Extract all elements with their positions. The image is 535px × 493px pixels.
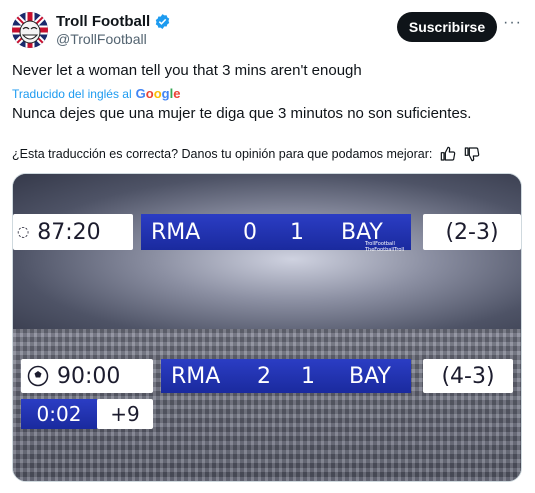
author-name-row[interactable]: Troll Football xyxy=(56,13,171,30)
stoppage-clock: 0:02 xyxy=(21,399,97,429)
home-score-bottom: 2 xyxy=(257,363,271,389)
translated-from-label: Traducido del inglés al xyxy=(12,86,132,101)
display-name[interactable]: Troll Football xyxy=(56,13,150,30)
subscribe-button[interactable]: Suscribirse xyxy=(397,12,497,42)
champions-league-ball-icon xyxy=(27,365,49,387)
aggregate-text-top: (2-3) xyxy=(445,219,499,245)
clock-text-top: 87:20 xyxy=(37,219,101,245)
more-icon[interactable]: ··· xyxy=(503,14,522,32)
match-frame-top: ◌ 87:20 RMA 0 1 BAY TrollFootball TheFoo… xyxy=(13,174,521,329)
tweet-text: Never let a woman tell you that 3 mins a… xyxy=(12,62,362,79)
away-score-top: 1 xyxy=(290,219,304,245)
aggregate-text-bottom: (4-3) xyxy=(441,363,495,389)
aggregate-bottom: (4-3) xyxy=(423,359,513,393)
match-clock-bottom: 90:00 xyxy=(21,359,153,393)
aggregate-top: (2-3) xyxy=(423,214,521,250)
champions-league-ball-icon: ◌ xyxy=(17,224,30,240)
tweet-media-image[interactable]: ◌ 87:20 RMA 0 1 BAY TrollFootball TheFoo… xyxy=(12,173,522,482)
thumbs-down-icon[interactable] xyxy=(464,146,480,162)
avatar[interactable] xyxy=(12,12,48,48)
added-time-box: +9 xyxy=(97,399,153,429)
match-clock-top: ◌ 87:20 xyxy=(13,214,133,250)
user-handle[interactable]: @TrollFootball xyxy=(56,31,147,47)
feedback-question: ¿Esta traducción es correcta? Danos tu o… xyxy=(12,147,433,161)
translated-text: Nunca dejes que una mujer te diga que 3 … xyxy=(12,105,472,122)
clock-text-bottom: 90:00 xyxy=(57,363,121,389)
stoppage-time-text: 0:02 xyxy=(36,402,82,426)
home-team-bottom: RMA xyxy=(171,363,221,389)
translation-feedback: ¿Esta traducción es correcta? Danos tu o… xyxy=(12,146,480,162)
match-frame-bottom: 90:00 RMA 2 1 BAY (4-3) 0:02 +9 xyxy=(13,329,521,481)
union-jack-troll-avatar-icon xyxy=(12,12,48,48)
translation-attribution[interactable]: Traducido del inglés al Google xyxy=(12,86,180,101)
away-team-bottom: BAY xyxy=(349,363,391,389)
thumbs-up-icon[interactable] xyxy=(440,146,456,162)
google-logo: Google xyxy=(135,86,181,101)
watermark-logo: TrollFootball TheFootballTroll xyxy=(365,241,405,253)
scorebar-bottom: RMA 2 1 BAY xyxy=(161,359,411,393)
added-time-text: +9 xyxy=(110,402,140,426)
verified-badge-icon xyxy=(155,14,170,29)
home-team-top: RMA xyxy=(151,219,201,245)
home-score-top: 0 xyxy=(243,219,257,245)
away-score-bottom: 1 xyxy=(301,363,315,389)
